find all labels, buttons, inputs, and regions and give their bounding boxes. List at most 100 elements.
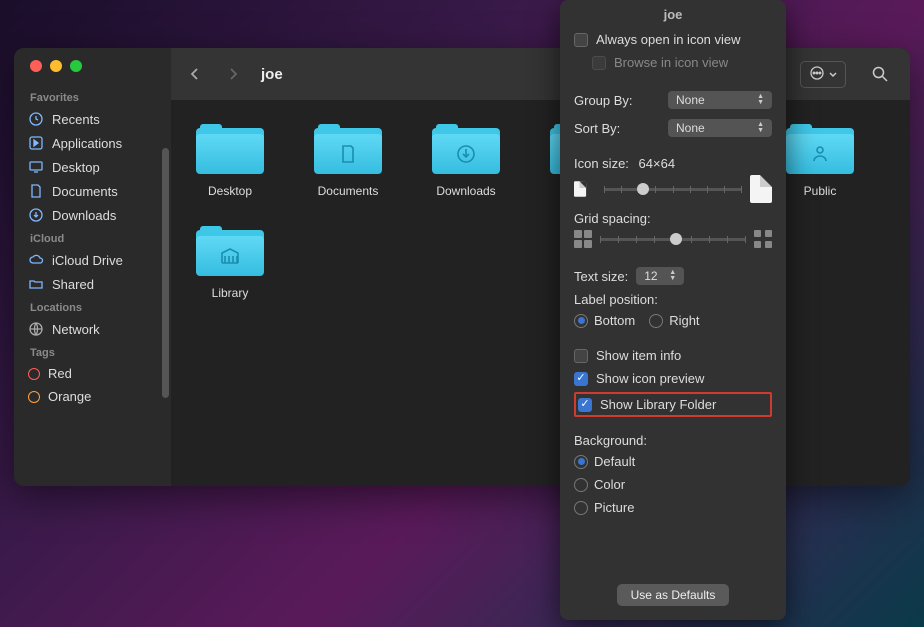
close-button[interactable] [30, 60, 42, 72]
icon-size-value: 64×64 [639, 156, 676, 171]
folder-icon [786, 124, 854, 178]
sidebar-item-label: Red [48, 366, 72, 381]
checkbox-icon [574, 372, 588, 386]
folder-downloads[interactable]: Downloads [425, 124, 507, 198]
network-icon [28, 321, 44, 337]
folder-icon [196, 226, 264, 280]
sidebar-item-label: Downloads [52, 208, 116, 223]
icon-size-row: Icon size: 64×64 [574, 156, 772, 171]
sidebar-section-favorites: Favorites [14, 86, 171, 107]
folder-label: Library [212, 286, 249, 300]
radio-label: Right [669, 313, 699, 328]
folder-documents[interactable]: Documents [307, 124, 389, 198]
sidebar-scrollbar[interactable] [162, 148, 169, 398]
desktop-icon [28, 159, 44, 175]
chevron-down-icon [829, 67, 837, 82]
sidebar-item-label: iCloud Drive [52, 253, 123, 268]
radio-icon [574, 478, 588, 492]
grid-spacing-label: Grid spacing: [574, 211, 772, 226]
folder-library[interactable]: Library [189, 226, 271, 300]
sidebar-item-label: Documents [52, 184, 118, 199]
radio-label: Picture [594, 500, 634, 515]
bg-picture-radio[interactable]: Picture [574, 498, 772, 517]
maximize-button[interactable] [70, 60, 82, 72]
sidebar-item-network[interactable]: Network [14, 317, 171, 341]
text-size-popup[interactable]: 12 ▲▼ [636, 267, 684, 285]
updown-icon: ▲▼ [757, 94, 764, 106]
ellipsis-icon [809, 65, 825, 84]
sidebar-item-label: Orange [48, 389, 91, 404]
folder-icon [314, 124, 382, 178]
sidebar-item-label: Network [52, 322, 100, 337]
bg-default-radio[interactable]: Default [574, 452, 772, 471]
show-item-info-checkbox[interactable]: Show item info [574, 346, 772, 365]
more-button[interactable] [800, 61, 846, 88]
view-options-panel: joe Always open in icon view Browse in i… [560, 0, 786, 620]
sidebar-item-downloads[interactable]: Downloads [14, 203, 171, 227]
browse-checkbox-row: Browse in icon view [592, 53, 772, 72]
sidebar-item-documents[interactable]: Documents [14, 179, 171, 203]
icon-grid: Desktop Documents Downloads Movies Pictu… [171, 100, 910, 324]
sidebar-section-icloud: iCloud [14, 227, 171, 248]
folder-desktop[interactable]: Desktop [189, 124, 271, 198]
sidebar-item-applications[interactable]: Applications [14, 131, 171, 155]
icon-size-slider[interactable] [604, 188, 742, 191]
applications-icon [28, 135, 44, 151]
sort-by-popup[interactable]: None ▲▼ [668, 119, 772, 137]
search-button[interactable] [864, 62, 896, 86]
folder-public[interactable]: Public [779, 124, 861, 198]
highlight-annotation: Show Library Folder [574, 392, 772, 417]
back-button[interactable] [181, 63, 209, 85]
shared-folder-icon [28, 276, 44, 292]
tight-grid-icon [574, 230, 592, 248]
always-open-checkbox-row[interactable]: Always open in icon view [574, 30, 772, 49]
sidebar-section-locations: Locations [14, 296, 171, 317]
use-as-defaults-button[interactable]: Use as Defaults [617, 584, 730, 606]
checkbox-label: Show item info [596, 348, 681, 363]
tag-orange-icon [28, 391, 40, 403]
grid-spacing-slider-row [574, 230, 772, 248]
panel-title: joe [560, 0, 786, 30]
updown-icon: ▲▼ [757, 122, 764, 134]
radio-label: Default [594, 454, 635, 469]
radio-icon [574, 314, 588, 328]
small-doc-icon [574, 175, 596, 203]
sidebar-item-label: Recents [52, 112, 100, 127]
downloads-icon [28, 207, 44, 223]
bg-color-radio[interactable]: Color [574, 475, 772, 494]
checkbox-label: Show Library Folder [600, 397, 716, 412]
sidebar-item-shared[interactable]: Shared [14, 272, 171, 296]
checkbox-label: Browse in icon view [614, 55, 728, 70]
checkbox-icon [592, 56, 606, 70]
toolbar: joe [171, 48, 910, 100]
sidebar-item-label: Shared [52, 277, 94, 292]
group-by-popup[interactable]: None ▲▼ [668, 91, 772, 109]
sidebar: Favorites Recents Applications Desktop D… [14, 48, 171, 486]
sidebar-item-desktop[interactable]: Desktop [14, 155, 171, 179]
group-by-row: Group By: None ▲▼ [574, 88, 772, 112]
radio-label: Color [594, 477, 625, 492]
sort-by-row: Sort By: None ▲▼ [574, 116, 772, 140]
documents-icon [28, 183, 44, 199]
label-right-radio[interactable]: Right [649, 311, 699, 330]
folder-label: Downloads [436, 184, 495, 198]
text-size-label: Text size: [574, 269, 628, 284]
sidebar-item-recents[interactable]: Recents [14, 107, 171, 131]
label-bottom-radio[interactable]: Bottom [574, 311, 635, 330]
cloud-icon [28, 252, 44, 268]
sidebar-item-tag-orange[interactable]: Orange [14, 385, 171, 408]
radio-icon [574, 501, 588, 515]
loose-grid-icon [754, 230, 772, 248]
minimize-button[interactable] [50, 60, 62, 72]
sidebar-item-icloud-drive[interactable]: iCloud Drive [14, 248, 171, 272]
sort-by-label: Sort By: [574, 121, 620, 136]
grid-spacing-slider[interactable] [600, 238, 746, 241]
show-icon-preview-checkbox[interactable]: Show icon preview [574, 369, 772, 388]
icon-size-label: Icon size: [574, 156, 629, 171]
popup-value: None [676, 93, 705, 107]
clock-icon [28, 111, 44, 127]
show-library-folder-checkbox[interactable]: Show Library Folder [578, 395, 768, 414]
sidebar-item-tag-red[interactable]: Red [14, 362, 171, 385]
large-doc-icon [750, 175, 772, 203]
forward-button[interactable] [219, 63, 247, 85]
